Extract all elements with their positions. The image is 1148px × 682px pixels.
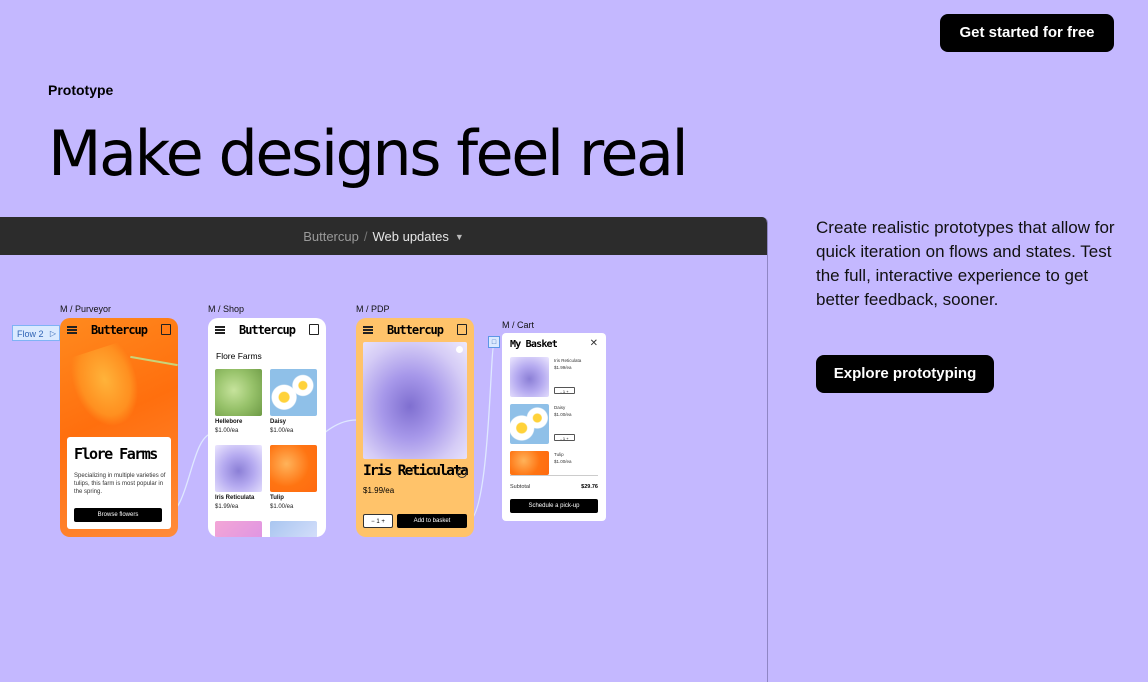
product-name: Hellebore [215, 419, 243, 425]
product-name: Iris Reticulata [215, 495, 255, 501]
tulip-stem [130, 355, 178, 367]
farm-description: Specializing in multiple varieties of tu… [74, 473, 166, 495]
product-image-daisy[interactable] [270, 369, 317, 416]
cart-item-name: Daisy [554, 405, 566, 410]
subtotal-value: $29.76 [581, 484, 598, 490]
product-price: $1.99/ea [363, 486, 395, 495]
frame-cart[interactable]: My Basket ✕ Iris Reticulata $1.99/ea - 1… [502, 333, 606, 521]
frame-label-purveyor: M / Purveyor [60, 304, 112, 314]
close-icon[interactable]: ✕ [590, 338, 598, 349]
quantity-value: 1 [562, 436, 566, 441]
cart-item-image-iris [510, 357, 549, 397]
cart-item-price: $1.00/ea [554, 412, 572, 417]
product-image-hellebore[interactable] [215, 369, 262, 416]
product-image-iris[interactable] [215, 445, 262, 492]
product-hero-image [363, 342, 467, 459]
cart-item-name: Iris Reticulata [554, 358, 582, 363]
cart-title: My Basket [510, 339, 558, 350]
farm-title: Flore Farms [74, 445, 158, 463]
shopping-bag-icon[interactable] [309, 324, 319, 335]
chevron-down-icon[interactable]: ˅ [457, 468, 467, 478]
product-image[interactable] [215, 521, 262, 537]
product-price: $1.00/ea [215, 428, 239, 434]
product-name: Tulip [270, 495, 284, 501]
quantity-stepper[interactable]: − 1 + [363, 514, 393, 528]
cart-item-image-tulip [510, 451, 549, 475]
subtotal-label: Subtotal [510, 484, 531, 490]
add-to-basket-button[interactable]: Add to basket [397, 514, 467, 528]
frame-navbar: Buttercup [356, 318, 474, 342]
cart-item-price: $1.99/ea [554, 365, 572, 370]
quantity-value: 1 [562, 389, 566, 394]
cart-item-price: $1.00/ea [554, 459, 572, 464]
flow-starting-point[interactable]: Flow 2 ▷ [12, 325, 60, 341]
play-icon[interactable]: ▷ [50, 326, 56, 342]
frame-label-pdp: M / PDP [356, 304, 390, 314]
product-title: Iris Reticulata [363, 463, 469, 479]
frame-label-cart: M / Cart [502, 320, 535, 330]
cart-divider [510, 475, 598, 476]
shopping-bag-icon[interactable] [457, 324, 467, 335]
frame-navbar: Buttercup [208, 318, 326, 342]
frame-purveyor[interactable]: Buttercup Flore Farms Specializing in mu… [60, 318, 178, 537]
flow-label: Flow 2 [17, 329, 44, 339]
frame-navbar: Buttercup [60, 318, 178, 342]
product-image-tulip[interactable] [270, 445, 317, 492]
cart-item-name: Tulip [554, 452, 564, 457]
cart-quantity-stepper[interactable]: - 1 + [554, 434, 575, 441]
schedule-pickup-button[interactable]: Schedule a pick-up [510, 499, 598, 513]
shopping-bag-icon[interactable] [161, 324, 171, 335]
favorite-icon[interactable] [456, 346, 463, 353]
frame-pdp[interactable]: Buttercup Iris Reticulata ˅ $1.99/ea − 1… [356, 318, 474, 537]
tulip-image [65, 340, 149, 434]
frame-shop[interactable]: Buttercup Flore Farms Hellebore $1.00/ea… [208, 318, 326, 537]
browse-flowers-button[interactable]: Browse flowers [74, 508, 162, 522]
product-image[interactable] [270, 521, 317, 537]
product-price: $1.00/ea [270, 504, 294, 510]
farm-card: Flore Farms Specializing in multiple var… [67, 437, 171, 529]
product-price: $1.99/ea [215, 504, 239, 510]
product-price: $1.00/ea [270, 428, 294, 434]
quantity-value: 1 [376, 519, 380, 525]
cart-quantity-stepper[interactable]: - 1 + [554, 387, 575, 394]
frame-label-shop: M / Shop [208, 304, 245, 314]
product-name: Daisy [270, 419, 287, 425]
cart-item-image-daisy [510, 404, 549, 444]
prototype-overlay-icon[interactable]: □ [488, 336, 500, 348]
shop-section-title: Flore Farms [216, 351, 262, 361]
